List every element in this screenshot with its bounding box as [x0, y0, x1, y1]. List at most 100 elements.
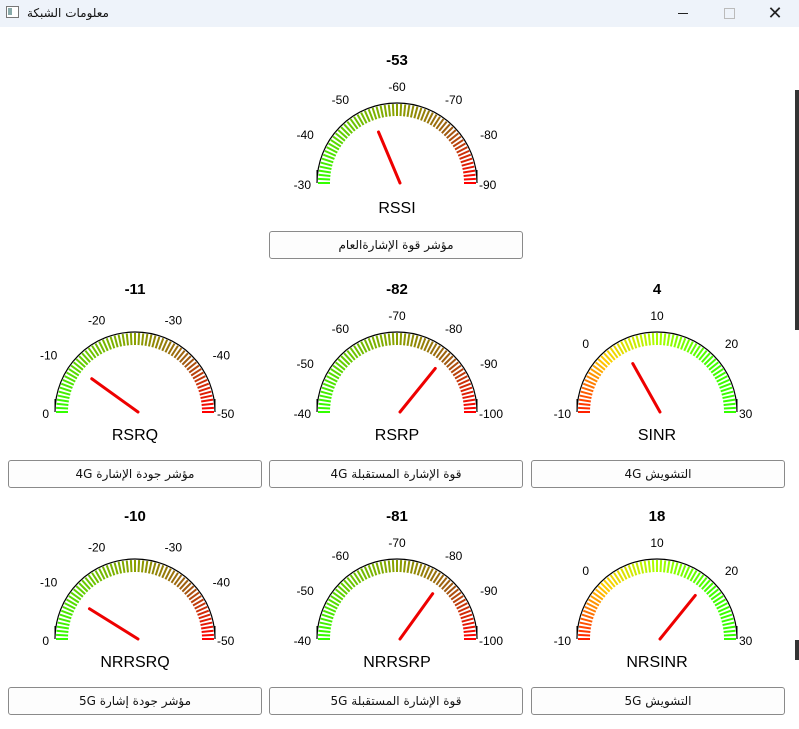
gauge-tick: [199, 617, 212, 623]
gauge-tick-label: -70: [388, 536, 406, 550]
gauge-tick-label: -50: [217, 634, 235, 648]
gauge-tick: [409, 334, 415, 347]
gauge-tick-label: -90: [479, 178, 497, 192]
nrrsrq-button[interactable]: مؤشر جودة إشارة 5G: [8, 687, 262, 715]
nrrsrp-button[interactable]: قوة الإشارة المستقبلة 5G: [269, 687, 523, 715]
nrsinr-button[interactable]: التشويش 5G: [531, 687, 785, 715]
gauge-tick: [129, 560, 133, 573]
gauge-tick: [647, 333, 651, 346]
gauge-tick: [460, 157, 473, 164]
gauge-tick: [463, 173, 476, 177]
gauge-tick: [409, 561, 415, 574]
gauge-tick: [463, 177, 476, 181]
gauge-rsrp: -82 -40 -50 -60 -70 -80 -90 -100 RSRP: [267, 282, 527, 472]
gauge-tick: [383, 560, 388, 573]
gauge-tick: [321, 613, 334, 620]
gauge-tick-label: -40: [294, 407, 312, 421]
minimize-button[interactable]: [660, 0, 706, 27]
gauge-tick-label: -70: [445, 93, 463, 107]
gauge-tick: [403, 333, 407, 346]
gauge-tick-label: -40: [297, 128, 315, 142]
gauge-tick: [723, 398, 736, 403]
gauge-tick: [639, 334, 645, 347]
gauge-tick: [580, 390, 593, 396]
rsrp-button[interactable]: قوة الإشارة المستقبلة 4G: [269, 460, 523, 488]
gauge-tick-label: 0: [42, 634, 49, 648]
gauge-tick-label: -10: [554, 634, 572, 648]
gauge-tick-label: -100: [479, 634, 503, 648]
gauge-tick: [318, 629, 331, 633]
gauge-tick: [121, 560, 126, 573]
gauge-tick: [199, 390, 212, 396]
gauge-tick: [416, 336, 423, 349]
gauge-tick: [137, 560, 141, 573]
gauge-tick: [659, 560, 663, 573]
gauge-tick-label: -60: [332, 322, 350, 336]
gauge-tick: [387, 104, 391, 117]
gauge-tick: [383, 104, 388, 117]
gauge-tick: [723, 633, 736, 637]
gauge-tick: [463, 625, 476, 630]
gauge-tick: [113, 562, 119, 575]
gauge-tick-label: -20: [88, 541, 106, 555]
close-icon: ✕: [767, 3, 783, 23]
gauge-needle: [90, 377, 140, 414]
gauge-tick: [56, 398, 69, 403]
gauge-tick: [578, 629, 591, 633]
gauge-tick: [391, 104, 395, 117]
gauge-tick: [722, 621, 735, 627]
gauge-tick: [320, 390, 333, 396]
gauge-tick: [129, 333, 133, 346]
gauge-tick-label: -10: [40, 576, 58, 590]
gauge-tick: [144, 333, 149, 346]
maximize-button[interactable]: [706, 0, 752, 27]
gauge-tick: [635, 335, 641, 348]
gauge-tick: [57, 621, 70, 627]
gauge-tick: [56, 625, 69, 630]
gauge-tick: [416, 563, 423, 576]
gauge-tick: [578, 398, 591, 403]
gauge-tick: [141, 560, 145, 573]
gauge-tick: [676, 563, 683, 576]
gauge-tick: [463, 406, 476, 410]
close-button[interactable]: ✕: [752, 0, 798, 27]
gauge-tick-label: -80: [480, 128, 498, 142]
gauge-tick-label: 20: [725, 337, 739, 351]
gauge-tick: [321, 157, 334, 164]
sinr-button[interactable]: التشويش 4G: [531, 460, 785, 488]
gauge-rssi: -53 -30 -40 -50 -60 -70 -80 -90 RSSI: [267, 53, 527, 243]
window-title: معلومات الشبكة: [27, 6, 109, 20]
gauge-tick-label: -60: [388, 80, 406, 94]
gauge-tick: [154, 336, 161, 349]
gauge-tick: [371, 563, 378, 576]
gauge-tick: [406, 333, 411, 346]
gauge-tick: [201, 633, 214, 637]
gauge-tick: [391, 333, 395, 346]
gauge-tick: [379, 334, 385, 347]
gauge-tick: [144, 560, 149, 573]
gauge-tick-label: -50: [297, 584, 315, 598]
rsrq-button[interactable]: مؤشر جودة الإشارة 4G: [8, 460, 262, 488]
gauge-tick: [413, 335, 419, 348]
gauge-tick-label: 20: [725, 564, 739, 578]
maximize-icon: [723, 8, 735, 19]
gauge-needle: [658, 593, 697, 641]
gauge-name: RSSI: [378, 200, 416, 217]
gauge-tick: [109, 563, 116, 576]
gauge-tick-label: -100: [479, 407, 503, 421]
gauge-tick-label: 30: [739, 634, 753, 648]
gauge-tick: [318, 402, 331, 406]
gauge-tick: [463, 629, 476, 633]
gauge-tick: [58, 617, 71, 623]
gauge-tick: [117, 561, 123, 574]
rssi-button[interactable]: مؤشر قوة الإشارةالعام: [269, 231, 523, 259]
gauge-tick: [666, 333, 671, 346]
gauge-tick: [647, 560, 651, 573]
gauge-tick-label: -60: [332, 549, 350, 563]
gauge-tick: [579, 394, 592, 400]
gauge-tick: [413, 562, 419, 575]
gauge-tick-label: 0: [582, 564, 589, 578]
minimize-icon: [678, 13, 688, 14]
gauge-tick: [147, 334, 153, 347]
gauge-tick: [721, 390, 734, 396]
